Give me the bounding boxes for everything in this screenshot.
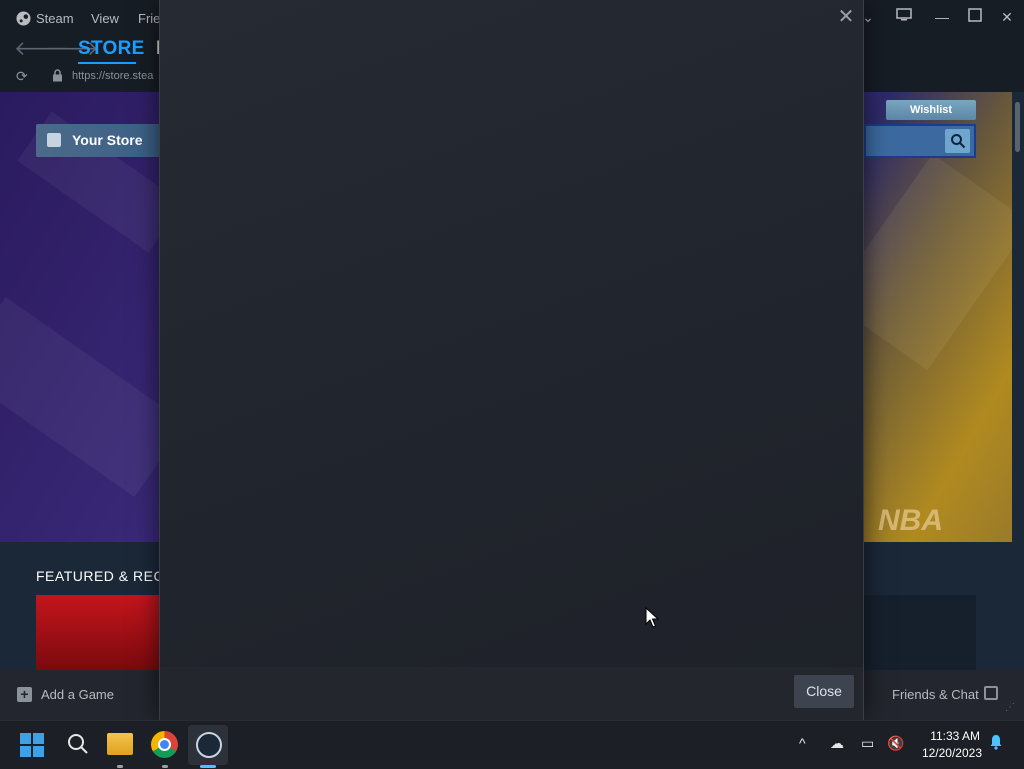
big-picture-icon[interactable] — [893, 8, 915, 26]
menu-friends[interactable]: Frie — [138, 11, 160, 26]
minimize-icon[interactable]: — — [931, 8, 953, 26]
store-search-input[interactable] — [864, 124, 976, 158]
featured-capsule-image-right[interactable] — [864, 595, 976, 670]
wishlist-button[interactable]: Wishlist — [886, 100, 976, 120]
notification-bell-icon[interactable] — [989, 734, 1003, 753]
add-game-button[interactable]: Add a Game — [41, 687, 114, 702]
menu-steam[interactable]: Steam — [36, 11, 74, 26]
modal-dialog: ✕ Close — [159, 0, 864, 720]
plus-icon[interactable]: + — [17, 687, 32, 702]
friends-icon[interactable] — [984, 686, 998, 700]
page-scrollbar[interactable] — [1012, 92, 1024, 670]
chrome-icon[interactable] — [151, 731, 178, 758]
network-icon[interactable]: ▭ — [861, 735, 874, 752]
steam-taskbar-icon[interactable] — [196, 732, 222, 758]
clock-time[interactable]: 11:33 AM — [930, 729, 980, 743]
file-explorer-icon[interactable] — [107, 733, 133, 755]
url-address[interactable]: https://store.stea — [72, 70, 153, 82]
windows-start-icon[interactable] — [20, 733, 44, 757]
menu-view[interactable]: View — [91, 11, 119, 26]
modal-footer: Close — [160, 667, 863, 720]
featured-title: FEATURED & RECO — [36, 568, 176, 584]
onedrive-icon[interactable]: ☁ — [830, 735, 844, 752]
close-button[interactable]: Close — [794, 675, 854, 708]
close-window-icon[interactable]: ✕ — [996, 8, 1018, 26]
search-icon[interactable] — [945, 129, 970, 153]
your-store-button[interactable]: Your Store — [36, 124, 160, 157]
chevron-up-icon[interactable]: ^ — [799, 735, 806, 751]
lock-icon — [52, 69, 63, 87]
steam-logo-icon[interactable] — [16, 11, 31, 29]
clock-date[interactable]: 12/20/2023 — [916, 746, 982, 760]
tab-store[interactable]: STORE — [78, 38, 145, 60]
volume-muted-icon[interactable]: 🔇 — [887, 735, 904, 752]
os-taskbar: ^ ☁ ▭ 🔇 11:33 AM 12/20/2023 — [0, 720, 1024, 769]
your-store-label: Your Store — [72, 132, 143, 148]
store-icon — [47, 133, 61, 147]
resize-grip-icon[interactable]: ⋰ — [1005, 702, 1019, 716]
active-tab-indicator — [78, 62, 136, 64]
featured-capsule-image[interactable] — [36, 595, 160, 670]
hero-game-logo: NBA — [878, 504, 943, 537]
friends-chat-button[interactable]: Friends & Chat — [892, 687, 979, 702]
close-icon[interactable]: ✕ — [835, 6, 857, 28]
search-icon[interactable] — [63, 729, 93, 759]
refresh-icon[interactable]: ⟳ — [16, 68, 28, 85]
scrollbar-thumb[interactable] — [1015, 102, 1020, 152]
maximize-icon[interactable] — [964, 8, 986, 26]
